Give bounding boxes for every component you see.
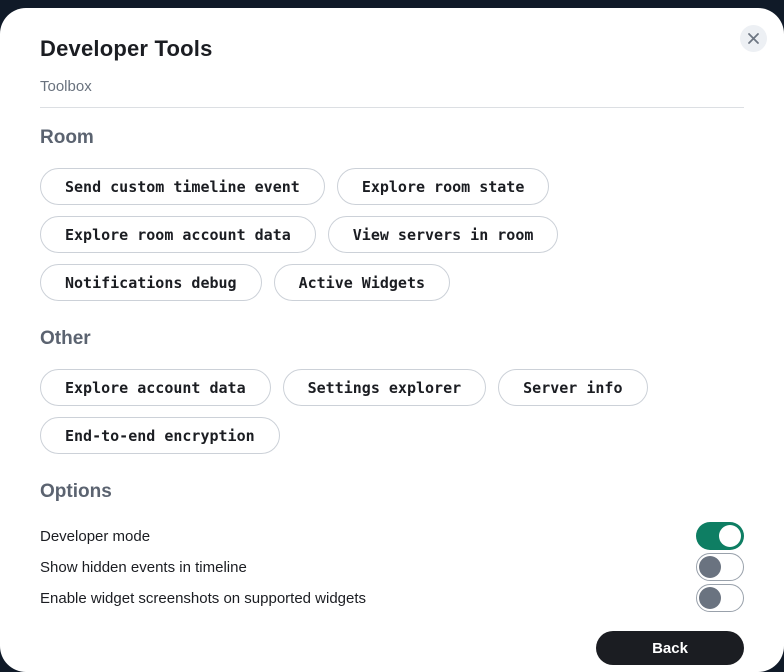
- developer-mode-toggle[interactable]: [696, 522, 744, 550]
- server-info-button[interactable]: Server info: [498, 369, 647, 406]
- room-button-group: Send custom timeline event Explore room …: [40, 168, 744, 301]
- show-hidden-events-toggle[interactable]: [696, 553, 744, 581]
- explore-room-state-button[interactable]: Explore room state: [337, 168, 550, 205]
- option-row-show-hidden-events: Show hidden events in timeline: [40, 553, 744, 581]
- developer-tools-dialog: Developer Tools Toolbox Room Send custom…: [0, 8, 784, 672]
- widget-screenshots-toggle[interactable]: [696, 584, 744, 612]
- view-servers-in-room-button[interactable]: View servers in room: [328, 216, 559, 253]
- explore-room-account-data-button[interactable]: Explore room account data: [40, 216, 316, 253]
- notifications-debug-button[interactable]: Notifications debug: [40, 264, 262, 301]
- active-widgets-button[interactable]: Active Widgets: [274, 264, 450, 301]
- option-row-widget-screenshots: Enable widget screenshots on supported w…: [40, 584, 744, 612]
- options-list: Developer mode Show hidden events in tim…: [40, 522, 744, 612]
- explore-account-data-button[interactable]: Explore account data: [40, 369, 271, 406]
- dialog-subtitle: Toolbox: [40, 78, 744, 108]
- close-icon: [747, 32, 760, 45]
- dialog-footer: Back: [40, 631, 744, 665]
- end-to-end-encryption-button[interactable]: End-to-end encryption: [40, 417, 280, 454]
- toggle-knob: [699, 556, 721, 578]
- developer-mode-label: Developer mode: [40, 528, 150, 545]
- toggle-knob: [699, 587, 721, 609]
- widget-screenshots-label: Enable widget screenshots on supported w…: [40, 590, 366, 607]
- settings-explorer-button[interactable]: Settings explorer: [283, 369, 487, 406]
- other-button-group: Explore account data Settings explorer S…: [40, 369, 744, 454]
- close-button[interactable]: [740, 25, 767, 52]
- section-heading-room: Room: [40, 127, 744, 149]
- section-heading-options: Options: [40, 481, 744, 503]
- page-title: Developer Tools: [40, 36, 744, 62]
- option-row-developer-mode: Developer mode: [40, 522, 744, 550]
- back-button[interactable]: Back: [596, 631, 744, 665]
- send-custom-timeline-event-button[interactable]: Send custom timeline event: [40, 168, 325, 205]
- section-heading-other: Other: [40, 328, 744, 350]
- toggle-knob: [719, 525, 741, 547]
- show-hidden-events-label: Show hidden events in timeline: [40, 559, 247, 576]
